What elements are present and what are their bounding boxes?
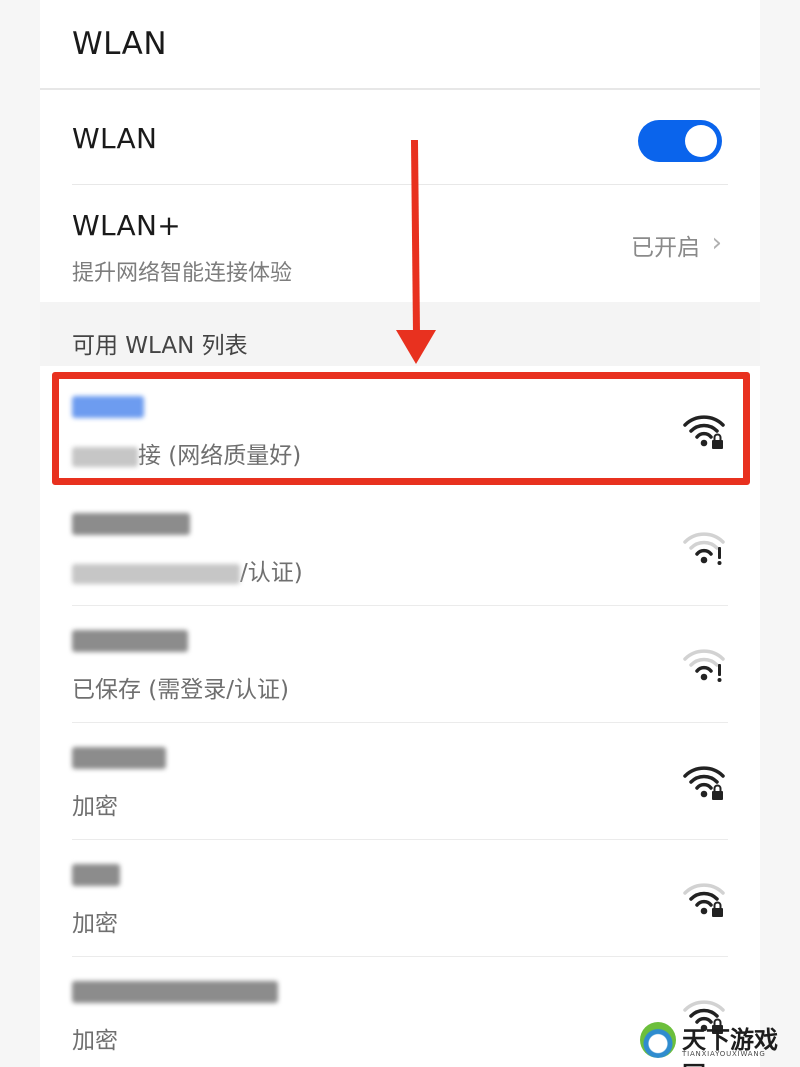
settings-screen: WLAN WLAN WLAN+ 提升网络智能连接体验 已开启 › 可用 WLAN…: [40, 0, 760, 1067]
network-name-redacted: [72, 747, 166, 773]
network-item[interactable]: 加密: [40, 723, 760, 840]
network-status: 加密: [72, 911, 118, 937]
highlight-box: [52, 372, 750, 485]
switch-knob: [685, 125, 717, 157]
wlan-plus-label: WLAN+: [72, 209, 181, 242]
network-name-redacted: [72, 981, 278, 1007]
network-status: 加密: [72, 794, 118, 820]
arrow-down-icon: [396, 330, 436, 364]
network-item[interactable]: 加密: [40, 840, 760, 957]
network-status: 加密: [72, 1028, 118, 1054]
watermark-subtext: TIANXIAYOUXIWANG: [682, 1050, 766, 1058]
page-title: WLAN: [72, 26, 168, 62]
left-background: [0, 0, 40, 1067]
wifi-lock-icon: [683, 766, 725, 800]
network-status: 已保存 (需登录/认证): [72, 677, 290, 703]
network-item[interactable]: /认证): [40, 489, 760, 606]
watermark-text: 天下游戏网: [682, 1026, 778, 1067]
wifi-lock-icon: [683, 883, 725, 917]
watermark-logo: [640, 1022, 676, 1058]
wlan-switch[interactable]: [638, 120, 722, 162]
wlan-plus-status: 已开启: [631, 235, 700, 261]
wifi-alert-icon: [683, 649, 725, 682]
network-status: /认证): [72, 553, 303, 587]
available-networks-header: 可用 WLAN 列表: [72, 333, 248, 359]
network-name-redacted: [72, 630, 188, 656]
right-background: [760, 0, 800, 1067]
watermark: 天下游戏网 TIANXIAYOUXIWANG: [640, 1018, 800, 1067]
wifi-alert-icon: [683, 532, 725, 565]
network-item[interactable]: 已保存 (需登录/认证): [40, 606, 760, 723]
wlan-plus-description: 提升网络智能连接体验: [72, 261, 293, 286]
chevron-right-icon: ›: [711, 228, 722, 258]
network-name-redacted: [72, 513, 190, 539]
network-name-redacted: [72, 864, 120, 890]
wlan-toggle-label: WLAN: [72, 122, 158, 155]
